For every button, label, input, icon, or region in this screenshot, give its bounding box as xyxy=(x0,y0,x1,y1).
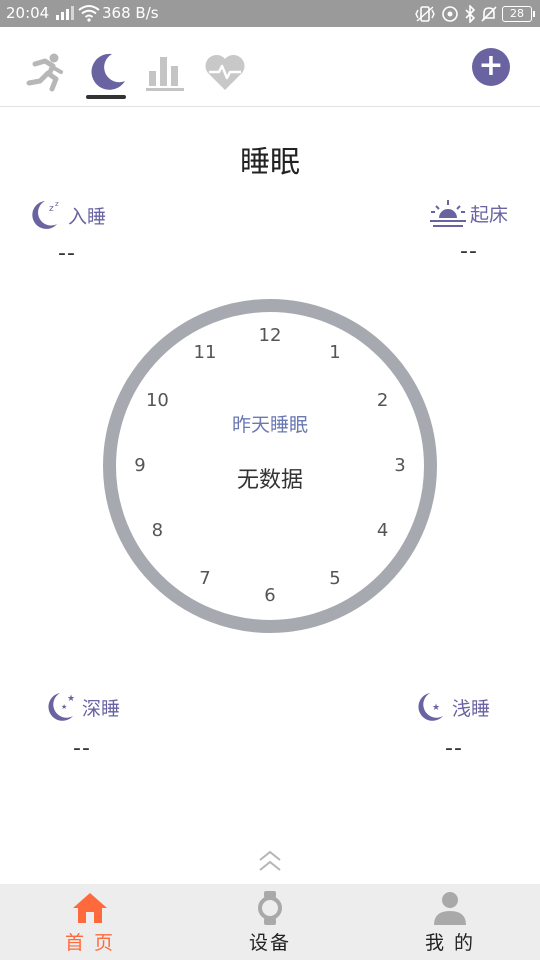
clock-number: 10 xyxy=(145,390,169,411)
sleeping-moon-icon: z z xyxy=(32,200,59,229)
clock-subtitle: 昨天睡眠 xyxy=(231,414,308,436)
svg-text:★: ★ xyxy=(67,694,75,704)
bluetooth-icon xyxy=(465,5,476,23)
alarm-icon xyxy=(442,6,458,22)
clock-number: 11 xyxy=(193,342,217,364)
wifi-icon xyxy=(78,5,100,22)
nav-device-label: 设备 xyxy=(248,932,291,954)
clock-number: 12 xyxy=(258,325,282,346)
clock-number: 6 xyxy=(264,585,276,606)
moon-icon xyxy=(91,53,125,90)
battery-icon: 28 xyxy=(502,6,535,22)
clock-number: 5 xyxy=(329,567,341,589)
clock-number: 8 xyxy=(151,520,164,541)
deep-sleep-value: -- xyxy=(73,736,91,761)
fall-asleep-value: -- xyxy=(58,241,76,266)
user-icon xyxy=(434,892,466,925)
light-sleep-label: 浅睡 xyxy=(452,697,491,720)
svg-text:z: z xyxy=(49,204,54,214)
nav-me-label: 我 的 xyxy=(424,932,476,954)
add-button[interactable]: + xyxy=(472,48,510,86)
nav-me[interactable]: 我 的 xyxy=(390,884,510,960)
clock-number: 7 xyxy=(199,567,211,589)
bottom-nav: 首 页 设备 我 的 xyxy=(0,884,540,960)
wake-up-label: 起床 xyxy=(470,203,509,226)
screen: 20:04 368 B/s 28 + 睡眠 z z 入睡 -- 起床 -- 12… xyxy=(0,0,540,960)
clock-status: 无数据 xyxy=(236,468,303,493)
tab-activity[interactable] xyxy=(22,49,68,95)
deep-sleep-stat: ★ ★ 深睡 xyxy=(44,690,120,724)
top-tab-bar xyxy=(0,27,540,107)
home-icon xyxy=(73,893,107,923)
expand-up-icon[interactable] xyxy=(256,848,284,874)
deep-sleep-label: 深睡 xyxy=(82,697,121,720)
moon-stars-icon: ★ ★ xyxy=(48,693,75,721)
nav-home[interactable]: 首 页 xyxy=(30,884,150,960)
status-right-icons: 28 xyxy=(414,4,535,24)
bar-chart-icon xyxy=(146,57,184,91)
clock-number: 4 xyxy=(376,520,389,541)
nav-home-label: 首 页 xyxy=(64,932,116,954)
watch-icon xyxy=(258,891,282,925)
network-speed: 368 B/s xyxy=(102,4,159,22)
light-sleep-value: -- xyxy=(445,736,463,761)
tab-sleep[interactable] xyxy=(84,49,130,99)
clock-number: 2 xyxy=(376,390,389,411)
sunrise-icon xyxy=(430,200,466,227)
vibrate-icon xyxy=(415,6,435,22)
clock-number: 1 xyxy=(329,342,341,364)
svg-text:z: z xyxy=(55,200,59,208)
mute-icon xyxy=(481,6,497,22)
status-time: 20:04 xyxy=(6,4,50,22)
status-bar: 20:04 368 B/s 28 xyxy=(0,0,540,27)
fall-asleep-label: 入睡 xyxy=(68,205,107,228)
heart-rate-icon xyxy=(205,54,245,90)
wake-up-value: -- xyxy=(460,239,478,264)
page-title: 睡眠 xyxy=(240,145,300,180)
tab-stats[interactable] xyxy=(142,49,188,95)
svg-text:★: ★ xyxy=(61,703,67,711)
nav-device[interactable]: 设备 xyxy=(210,884,330,960)
fall-asleep-stat: z z 入睡 xyxy=(28,198,106,232)
running-person-icon xyxy=(26,53,63,92)
tab-heart[interactable] xyxy=(202,49,248,95)
moon-star-icon: ★ xyxy=(418,693,443,721)
svg-text:★: ★ xyxy=(432,703,440,713)
signal-icon xyxy=(56,6,74,20)
light-sleep-stat: ★ 浅睡 xyxy=(414,690,490,724)
wake-up-stat: 起床 xyxy=(430,198,508,228)
